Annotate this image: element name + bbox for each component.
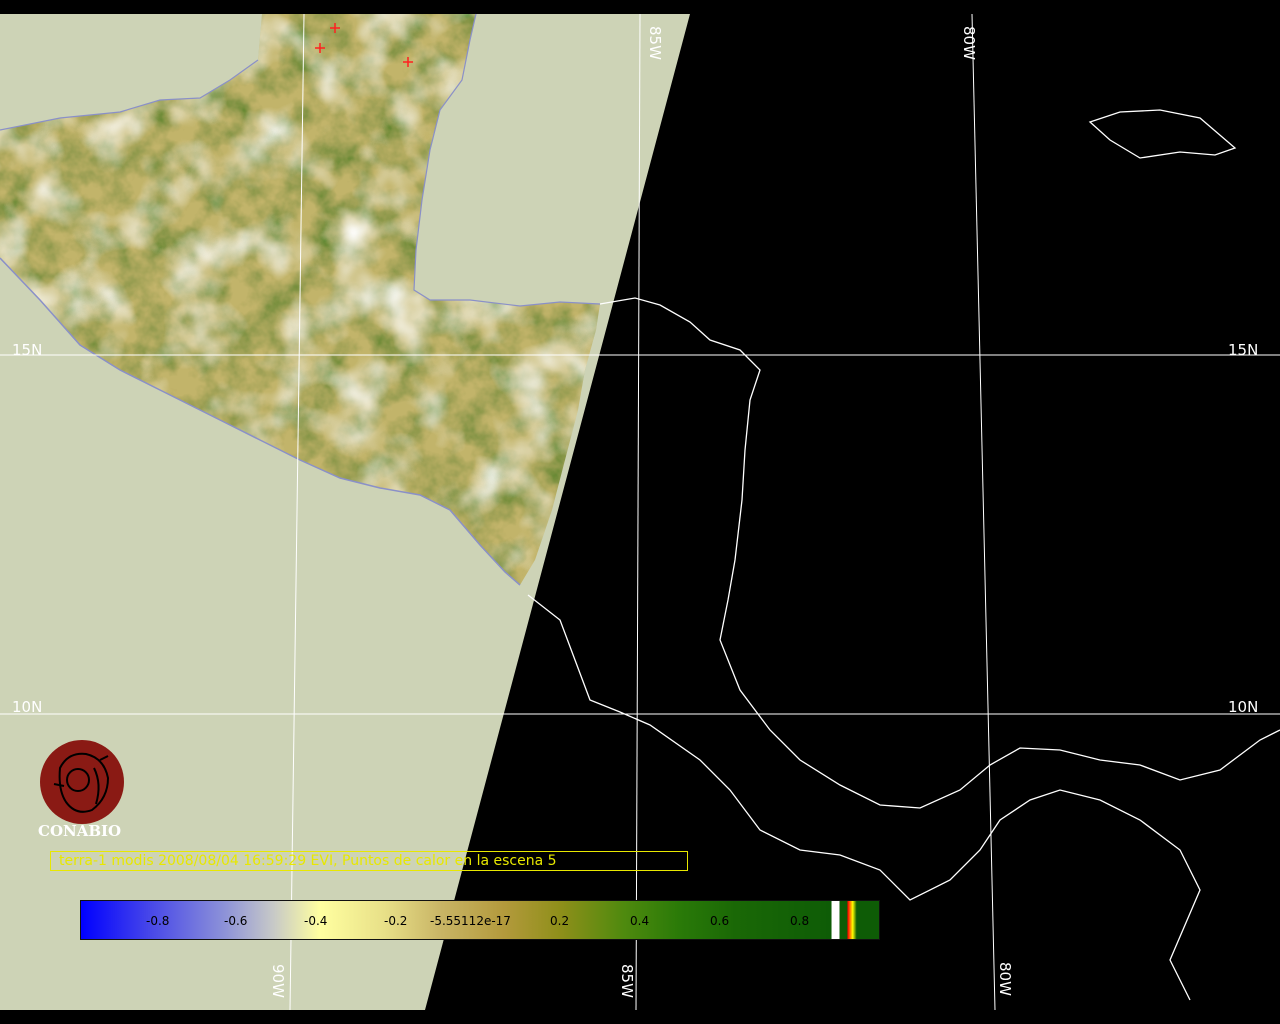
jamaica-outline: [1088, 109, 1237, 159]
lon-label-85w-top: 85W: [646, 26, 664, 60]
colorbar-tick-label: 0.8: [790, 914, 810, 928]
colorbar-tick-label: -0.2: [384, 914, 408, 928]
lat-label-10n-right: 10N: [1228, 698, 1259, 716]
scene-caption: terra-1 modis 2008/08/04 16:59:29 EVI, P…: [50, 851, 688, 871]
lat-label-15n-left: 15N: [12, 341, 43, 359]
colorbar-tick-label: 0.2: [550, 914, 570, 928]
conabio-logo-text: CONABIO: [38, 822, 122, 840]
lon-label-85w-bottom: 85W: [618, 964, 636, 998]
lat-label-15n-right: 15N: [1228, 341, 1259, 359]
coastline-east: [599, 297, 1280, 809]
lat-label-10n-left: 10N: [12, 698, 43, 716]
colorbar-tick-label: 0.4: [630, 914, 650, 928]
lon-label-80w-top: 80W: [960, 26, 978, 60]
conabio-logo-icon: [40, 740, 124, 824]
colorbar-tick-label: -5.55112e-17: [430, 914, 511, 928]
colorbar-tick-label: -0.8: [146, 914, 170, 928]
lon-label-80w-bottom: 80W: [996, 962, 1014, 996]
colorbar-tick-label: 0.6: [710, 914, 730, 928]
colorbar-tick-label: -0.6: [224, 914, 248, 928]
colorbar-tick-label: -0.4: [304, 914, 328, 928]
lon-label-90w-bottom: 90W: [269, 964, 287, 998]
